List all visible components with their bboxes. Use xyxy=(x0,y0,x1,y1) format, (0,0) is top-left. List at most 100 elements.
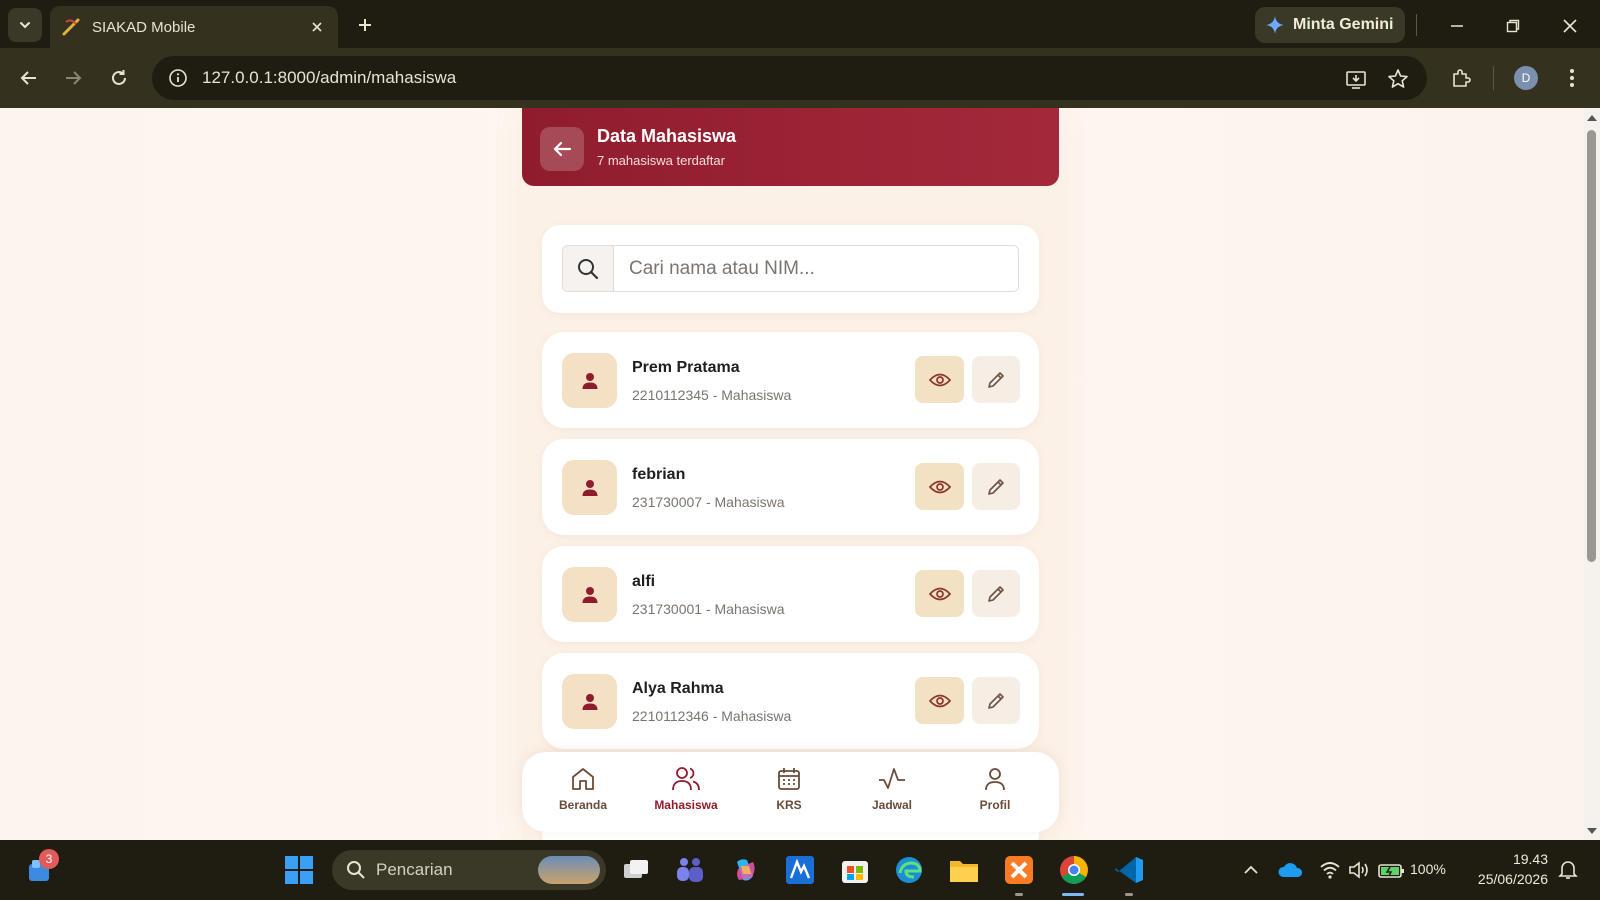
tab-title: SIAKAD Mobile xyxy=(92,18,196,36)
nav-item-mahasiswa[interactable]: Mahasiswa xyxy=(641,766,731,812)
clock[interactable]: 19.43 25/06/2026 xyxy=(1468,849,1548,889)
restore-button[interactable] xyxy=(1499,12,1527,40)
arrow-right-icon xyxy=(66,71,82,85)
search-input[interactable] xyxy=(614,246,1018,291)
eye-icon xyxy=(928,373,951,386)
users-icon xyxy=(672,767,700,791)
avatar xyxy=(562,460,617,515)
forward-nav-button[interactable] xyxy=(58,63,88,93)
site-info-icon[interactable] xyxy=(166,66,190,90)
onedrive-icon[interactable] xyxy=(1272,852,1308,888)
student-nim: 2210112345 - Mahasiswa xyxy=(632,387,792,403)
user-icon xyxy=(582,586,597,603)
avatar xyxy=(562,353,617,408)
scroll-down-icon[interactable] xyxy=(1586,826,1598,836)
scrollbar-thumb[interactable] xyxy=(1587,130,1596,562)
vscode-app-icon[interactable] xyxy=(1111,852,1147,888)
nav-label: KRS xyxy=(776,798,802,812)
close-window-button[interactable] xyxy=(1556,12,1584,40)
user-icon xyxy=(985,768,1005,791)
windows-taskbar: Pencarian 100% 19.43 25/06/2026 xyxy=(0,840,1600,900)
view-button[interactable] xyxy=(915,677,964,724)
battery-percent: 100% xyxy=(1410,861,1446,877)
nav-item-profil[interactable]: Profil xyxy=(950,766,1040,812)
favicon-icon xyxy=(62,18,80,36)
taskbar-search[interactable]: Pencarian xyxy=(332,850,606,890)
chevron-up-icon[interactable] xyxy=(1233,852,1269,888)
avatar xyxy=(562,674,617,729)
active-indicator xyxy=(1062,893,1084,896)
list-item[interactable]: febrian 231730007 - Mahasiswa xyxy=(542,439,1039,535)
divider xyxy=(1493,66,1494,90)
student-name: alfi xyxy=(632,573,656,590)
reload-icon xyxy=(112,70,126,85)
notification-bell-icon[interactable] xyxy=(1550,852,1586,888)
page-viewport: Data Mahasiswa 7 mahasiswa terdaftar Pre… xyxy=(0,108,1584,840)
back-nav-button[interactable] xyxy=(14,63,44,93)
gemini-sparkle-icon xyxy=(1266,16,1284,34)
plus-icon xyxy=(359,19,371,31)
scroll-up-icon[interactable] xyxy=(1586,112,1598,122)
back-button[interactable] xyxy=(540,127,584,171)
copilot-app-icon[interactable] xyxy=(727,852,763,888)
notification-badge: 3 xyxy=(39,849,59,869)
teams-app-icon[interactable] xyxy=(672,852,708,888)
puzzle-icon xyxy=(1453,69,1471,87)
remote-app-icon[interactable] xyxy=(782,852,818,888)
app-header: Data Mahasiswa 7 mahasiswa terdaftar xyxy=(522,108,1059,186)
view-button[interactable] xyxy=(915,570,964,617)
url-text: 127.0.0.1:8000/admin/mahasiswa xyxy=(202,68,457,87)
edit-button[interactable] xyxy=(972,570,1020,617)
view-button[interactable] xyxy=(915,463,964,510)
list-item[interactable]: Alya Rahma 2210112346 - Mahasiswa xyxy=(542,653,1039,749)
pencil-icon xyxy=(988,585,1004,602)
browser-tab-active[interactable]: SIAKAD Mobile xyxy=(50,6,338,48)
minimize-button[interactable] xyxy=(1443,12,1471,40)
search-icon xyxy=(563,246,614,291)
nav-item-beranda[interactable]: Beranda xyxy=(538,766,628,812)
nav-item-krs[interactable]: KRS xyxy=(744,766,834,812)
battery-icon[interactable] xyxy=(1374,852,1410,888)
reload-button[interactable] xyxy=(104,63,134,93)
taskbar-search-label: Pencarian xyxy=(376,860,453,879)
bookmark-star-icon[interactable] xyxy=(1385,66,1411,92)
edge-app-icon[interactable] xyxy=(891,852,927,888)
list-item[interactable]: alfi 231730001 - Mahasiswa xyxy=(542,546,1039,642)
student-name: febrian xyxy=(632,466,686,483)
edit-button[interactable] xyxy=(972,463,1020,510)
store-app-icon[interactable] xyxy=(837,852,873,888)
kebab-menu-icon xyxy=(1570,69,1574,87)
student-name: Prem Pratama xyxy=(632,359,740,376)
divider xyxy=(1416,14,1417,36)
chrome-app-icon[interactable] xyxy=(1056,852,1092,888)
edit-button[interactable] xyxy=(972,677,1020,724)
close-tab-icon[interactable] xyxy=(306,16,328,38)
view-button[interactable] xyxy=(915,356,964,403)
activity-icon xyxy=(879,768,905,789)
install-app-icon[interactable] xyxy=(1343,66,1369,92)
running-indicator xyxy=(1015,893,1023,896)
tab-search-button[interactable] xyxy=(8,8,42,42)
list-item[interactable]: Prem Pratama 2210112345 - Mahasiswa xyxy=(542,332,1039,428)
profile-avatar[interactable]: D xyxy=(1514,66,1538,90)
xampp-app-icon[interactable] xyxy=(1001,852,1037,888)
nav-item-jadwal[interactable]: Jadwal xyxy=(847,766,937,812)
address-bar[interactable]: 127.0.0.1:8000/admin/mahasiswa xyxy=(152,56,1427,100)
browser-menu-button[interactable] xyxy=(1557,63,1587,93)
edit-button[interactable] xyxy=(972,356,1020,403)
nav-label: Mahasiswa xyxy=(654,798,718,812)
chevron-down-icon xyxy=(20,22,30,29)
volume-icon[interactable] xyxy=(1342,852,1378,888)
start-button[interactable] xyxy=(281,852,317,888)
task-view-icon xyxy=(624,860,648,878)
page-subtitle: 7 mahasiswa terdaftar xyxy=(597,153,725,168)
browser-toolbar: 127.0.0.1:8000/admin/mahasiswa xyxy=(0,48,1600,108)
avatar xyxy=(562,567,617,622)
page-title: Data Mahasiswa xyxy=(597,126,737,146)
eye-icon xyxy=(928,587,951,600)
task-view-button[interactable] xyxy=(618,852,654,888)
new-tab-button[interactable] xyxy=(352,12,378,38)
file-explorer-app-icon[interactable] xyxy=(946,852,982,888)
gemini-button[interactable]: Minta Gemini xyxy=(1255,7,1405,43)
extensions-button[interactable] xyxy=(1446,63,1476,93)
